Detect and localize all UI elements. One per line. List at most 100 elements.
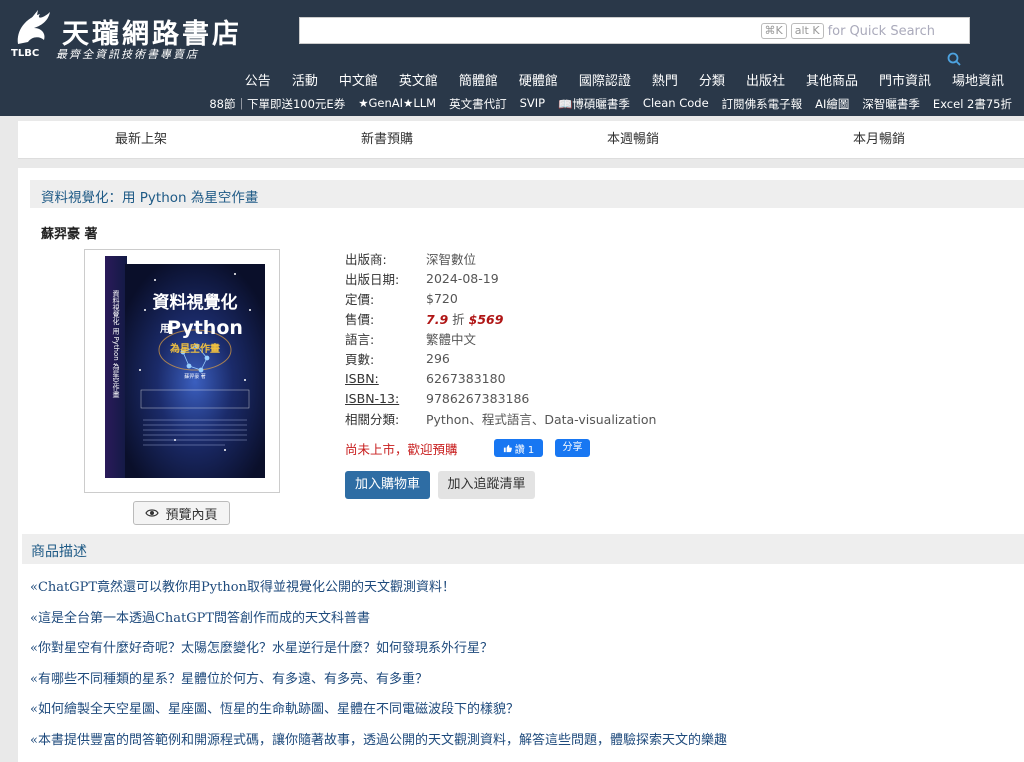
ranking-tabs: 最新上架 新書預購 本週暢銷 本月暢銷 — [18, 121, 1024, 159]
info-label: 出版商: — [345, 251, 387, 267]
facebook-like-label: 讚 1 — [514, 444, 535, 456]
product-title: 資料視覺化：用 Python 為星空作畫 — [41, 190, 259, 206]
promo-link[interactable]: 88節｜下單即送100元E券 — [209, 96, 345, 112]
nav-item-announcements[interactable]: 公告 — [245, 70, 271, 89]
shortcut-key-alt: alt K — [790, 23, 824, 39]
isbn: 6267383180 — [426, 370, 506, 386]
info-row-pages: 頁數: 296 — [345, 348, 656, 368]
thumbs-up-icon — [503, 444, 512, 452]
isbn13: 9786267383186 — [426, 390, 530, 406]
description-heading-bar: 商品描述 — [22, 534, 1024, 564]
sale-price-value: $569 — [468, 311, 504, 327]
description-item: «你對星空有什麼好奇呢？太陽怎麼變化？水星逆行是什麼？如何發現系外行星？ — [30, 641, 493, 657]
description-item: «這是全台第一本透過ChatGPT問答創作而成的天文科普書 — [30, 610, 371, 626]
main-nav: 公告 活動 中文館 英文館 簡體館 硬體館 國際認證 熱門 分類 出版社 其他商… — [224, 70, 1004, 89]
site-header: TLBC 天瓏網路書店 最齊全資訊技術書專賣店 ⌘K alt K for Qui… — [0, 0, 1024, 116]
info-row-categories: 相關分類: Python、程式語言、Data-visualization — [345, 408, 656, 428]
nav-item-publishers[interactable]: 出版社 — [746, 70, 785, 89]
product-panel: 資料視覺化：用 Python 為星空作畫 蘇羿豪 著 資料視覺化 用 Pytho… — [18, 168, 1024, 762]
cover-spine-text: 資料視覺化 用 Python 為星空作畫 — [112, 289, 120, 398]
search-icon[interactable] — [947, 52, 961, 66]
discount-unit: 折 — [452, 311, 465, 327]
list-price: $720 — [426, 290, 458, 306]
logo-badge: TLBC — [11, 48, 39, 58]
dragon-logo-icon: TLBC — [11, 10, 50, 58]
search-hint-text: Quick Search — [849, 23, 935, 39]
info-row-publisher: 出版商: 深智數位 — [345, 248, 656, 268]
add-to-cart-button[interactable]: 加入購物車 — [345, 471, 430, 499]
page-count: 296 — [426, 350, 450, 366]
book-cover[interactable]: 資料視覺化 用 Python 為星空作畫 蘇羿豪 著 資料視覺化 用 Pytho… — [84, 249, 280, 493]
nav-item-popular[interactable]: 熱門 — [652, 70, 678, 89]
discount-rate: 7.9 — [426, 311, 449, 327]
info-row-isbn13: ISBN-13: 9786267383186 — [345, 388, 656, 408]
info-row-isbn: ISBN: 6267383180 — [345, 368, 656, 388]
cover-title-python: Python — [167, 317, 243, 339]
nav-item-categories[interactable]: 分類 — [699, 70, 725, 89]
info-label: 定價: — [345, 291, 375, 307]
site-logo[interactable]: TLBC 天瓏網路書店 最齊全資訊技術書專賣店 — [10, 6, 260, 61]
description-item: «ChatGPT竟然還可以教你用Python取得並視覺化公開的天文觀測資料！ — [30, 580, 455, 595]
promo-link[interactable]: ★GenAI★LLM — [358, 96, 436, 112]
info-row-date: 出版日期: 2024-08-19 — [345, 268, 656, 288]
promo-link[interactable]: Clean Code — [643, 96, 709, 112]
eye-icon — [145, 509, 160, 517]
info-label: ISBN-13: — [345, 390, 400, 406]
description-item: «有哪些不同種類的星系？星體位於何方、有多遠、有多亮、有多重？ — [30, 671, 428, 687]
description-item: «如何繪製全天空星圖、星座圖、恆星的生命軌跡圖、星體在不同電磁波段下的樣貌？ — [30, 702, 519, 718]
category-links[interactable]: Python、程式語言、Data-visualization — [426, 409, 656, 428]
info-label: 頁數: — [345, 351, 375, 367]
product-author[interactable]: 蘇羿豪 著 — [41, 223, 98, 242]
product-title-bar: 資料視覺化：用 Python 為星空作畫 — [30, 180, 1024, 208]
preview-pages-button[interactable]: 預覽內頁 — [133, 501, 230, 525]
info-label: 出版日期: — [345, 271, 400, 287]
search-hint-for: for — [827, 23, 846, 39]
facebook-like-button[interactable]: 讚 1 — [494, 439, 543, 457]
search-input[interactable]: ⌘K alt K for Quick Search — [299, 17, 970, 44]
nav-item-store-info[interactable]: 門市資訊 — [879, 70, 931, 89]
info-label: 售價: — [345, 311, 375, 327]
tab-monthly-bestsellers[interactable]: 本月暢銷 — [756, 121, 1002, 158]
nav-item-venue-info[interactable]: 場地資訊 — [952, 70, 1004, 89]
promo-link[interactable]: AI繪圖 — [815, 96, 849, 112]
preview-pages-label: 預覽內頁 — [165, 507, 218, 523]
cover-subtitle: 為星空作畫 — [169, 342, 220, 355]
nav-item-certification[interactable]: 國際認證 — [579, 70, 631, 89]
nav-item-hardware[interactable]: 硬體館 — [519, 70, 558, 89]
info-label: 相關分類: — [345, 411, 400, 427]
description-item: «本書提供豐富的問答範例和開源程式碼，讓你隨著故事，透過公開的天文觀測資料，解答… — [30, 732, 727, 748]
info-label: ISBN: — [345, 370, 379, 386]
language: 繁體中文 — [426, 331, 477, 347]
nav-item-events[interactable]: 活動 — [292, 70, 318, 89]
info-label: 語言: — [345, 331, 375, 347]
shortcut-key-mac: ⌘K — [760, 23, 787, 39]
promo-link[interactable]: 深智曬書季 — [862, 96, 920, 112]
info-row-sale-price: 售價: 7.9 折 $569 — [345, 308, 656, 328]
promo-link[interactable]: 英文書代訂 — [449, 96, 507, 112]
info-row-language: 語言: 繁體中文 — [345, 328, 656, 348]
nav-item-chinese[interactable]: 中文館 — [339, 70, 378, 89]
nav-item-simplified[interactable]: 簡體館 — [459, 70, 498, 89]
product-info: 出版商: 深智數位 出版日期: 2024-08-19 定價: $720 售價: … — [345, 248, 656, 428]
promo-link[interactable]: 訂閱佛系電子報 — [722, 96, 803, 112]
promo-link[interactable]: 📖博碩曬書季 — [558, 96, 630, 112]
nav-item-english[interactable]: 英文館 — [399, 70, 438, 89]
promo-link[interactable]: SVIP — [520, 96, 546, 112]
facebook-share-button[interactable]: 分享 — [555, 439, 590, 457]
tab-preorder[interactable]: 新書預購 — [264, 121, 510, 158]
add-to-wishlist-button[interactable]: 加入追蹤清單 — [438, 471, 535, 499]
promo-link[interactable]: Excel 2書75折 — [933, 96, 1012, 112]
description-heading: 商品描述 — [31, 544, 87, 560]
info-row-list-price: 定價: $720 — [345, 288, 656, 308]
logo-subtitle: 最齊全資訊技術書專賣店 — [56, 48, 199, 61]
publish-date: 2024-08-19 — [426, 270, 499, 286]
tab-weekly-bestsellers[interactable]: 本週暢銷 — [510, 121, 756, 158]
publisher-link[interactable]: 深智數位 — [426, 249, 476, 268]
book-cover-image: 資料視覺化 用 Python 為星空作畫 蘇羿豪 著 資料視覺化 用 Pytho… — [105, 256, 265, 478]
cover-title: 資料視覺化 — [153, 292, 238, 313]
cover-author: 蘇羿豪 著 — [184, 373, 206, 380]
tab-new-arrivals[interactable]: 最新上架 — [18, 121, 264, 158]
description-list: «ChatGPT竟然還可以教你用Python取得並視覺化公開的天文觀測資料！ «… — [30, 576, 727, 760]
nav-item-other-products[interactable]: 其他商品 — [806, 70, 858, 89]
sale-price: 7.9 折 $569 — [426, 309, 503, 328]
